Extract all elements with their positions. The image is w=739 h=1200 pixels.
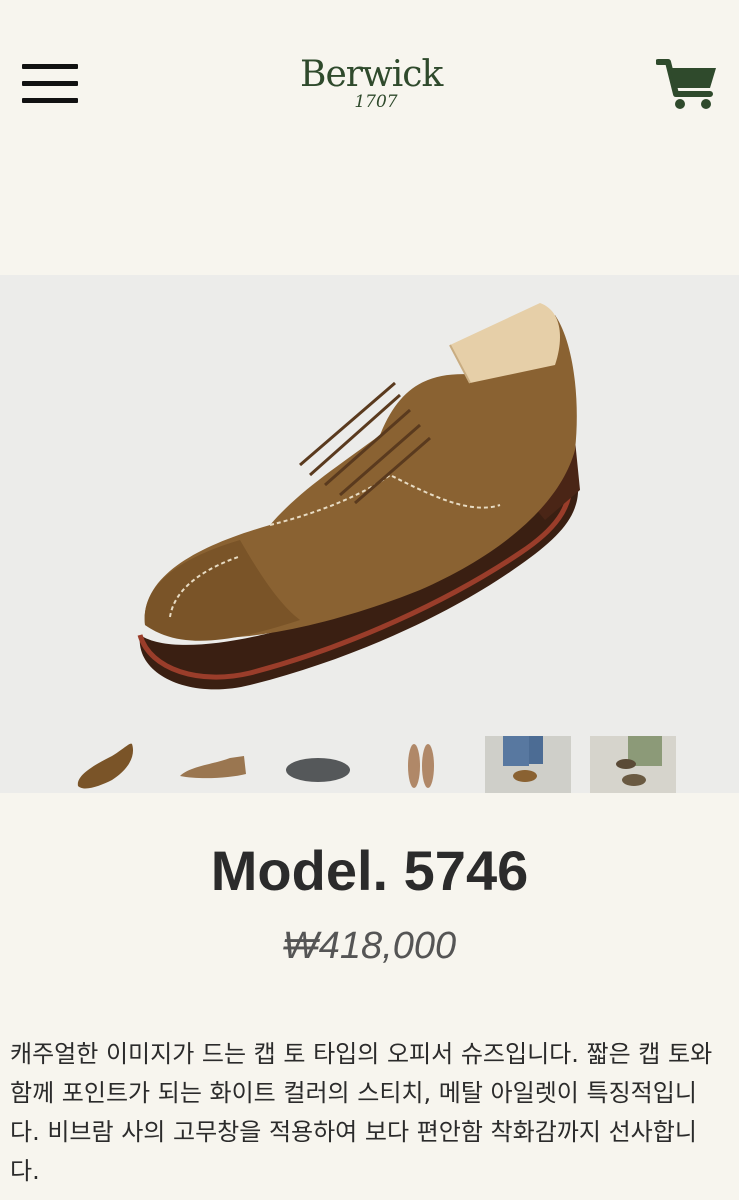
thumbnail-shoe-side-image bbox=[180, 756, 246, 779]
thumbnail-worn-photo-image bbox=[485, 736, 571, 793]
hamburger-menu-icon[interactable] bbox=[22, 64, 78, 104]
thumbnail-4[interactable] bbox=[380, 736, 466, 793]
thumbnail-worn-photo-image bbox=[590, 736, 676, 793]
thumbnail-5[interactable] bbox=[485, 736, 571, 793]
site-header: Berwick 1707 bbox=[0, 0, 739, 275]
product-description: 캐주얼한 이미지가 드는 캡 토 타입의 오피서 슈즈입니다. 짧은 캡 토와 … bbox=[10, 1040, 713, 1185]
thumbnail-shoe-sole-image bbox=[286, 758, 350, 782]
product-price: ₩418,000 bbox=[282, 925, 457, 967]
brand-logo[interactable]: Berwick 1707 bbox=[300, 54, 443, 112]
thumbnail-3[interactable] bbox=[280, 736, 366, 793]
thumbnail-shoe-pair-image bbox=[408, 744, 434, 788]
product-title: Model. 5746 bbox=[210, 839, 529, 902]
thumbnail-strip bbox=[0, 730, 739, 793]
thumbnail-6[interactable] bbox=[590, 736, 676, 793]
shoe-image bbox=[137, 303, 580, 690]
product-main-image bbox=[0, 275, 739, 793]
brand-year: 1707 bbox=[354, 92, 398, 112]
brand-name: Berwick bbox=[300, 54, 443, 95]
shopping-cart-icon[interactable] bbox=[656, 56, 720, 112]
thumbnail-2[interactable] bbox=[170, 736, 256, 793]
thumbnail-1[interactable] bbox=[62, 736, 148, 793]
thumbnail-shoe-angle-image bbox=[77, 743, 134, 789]
